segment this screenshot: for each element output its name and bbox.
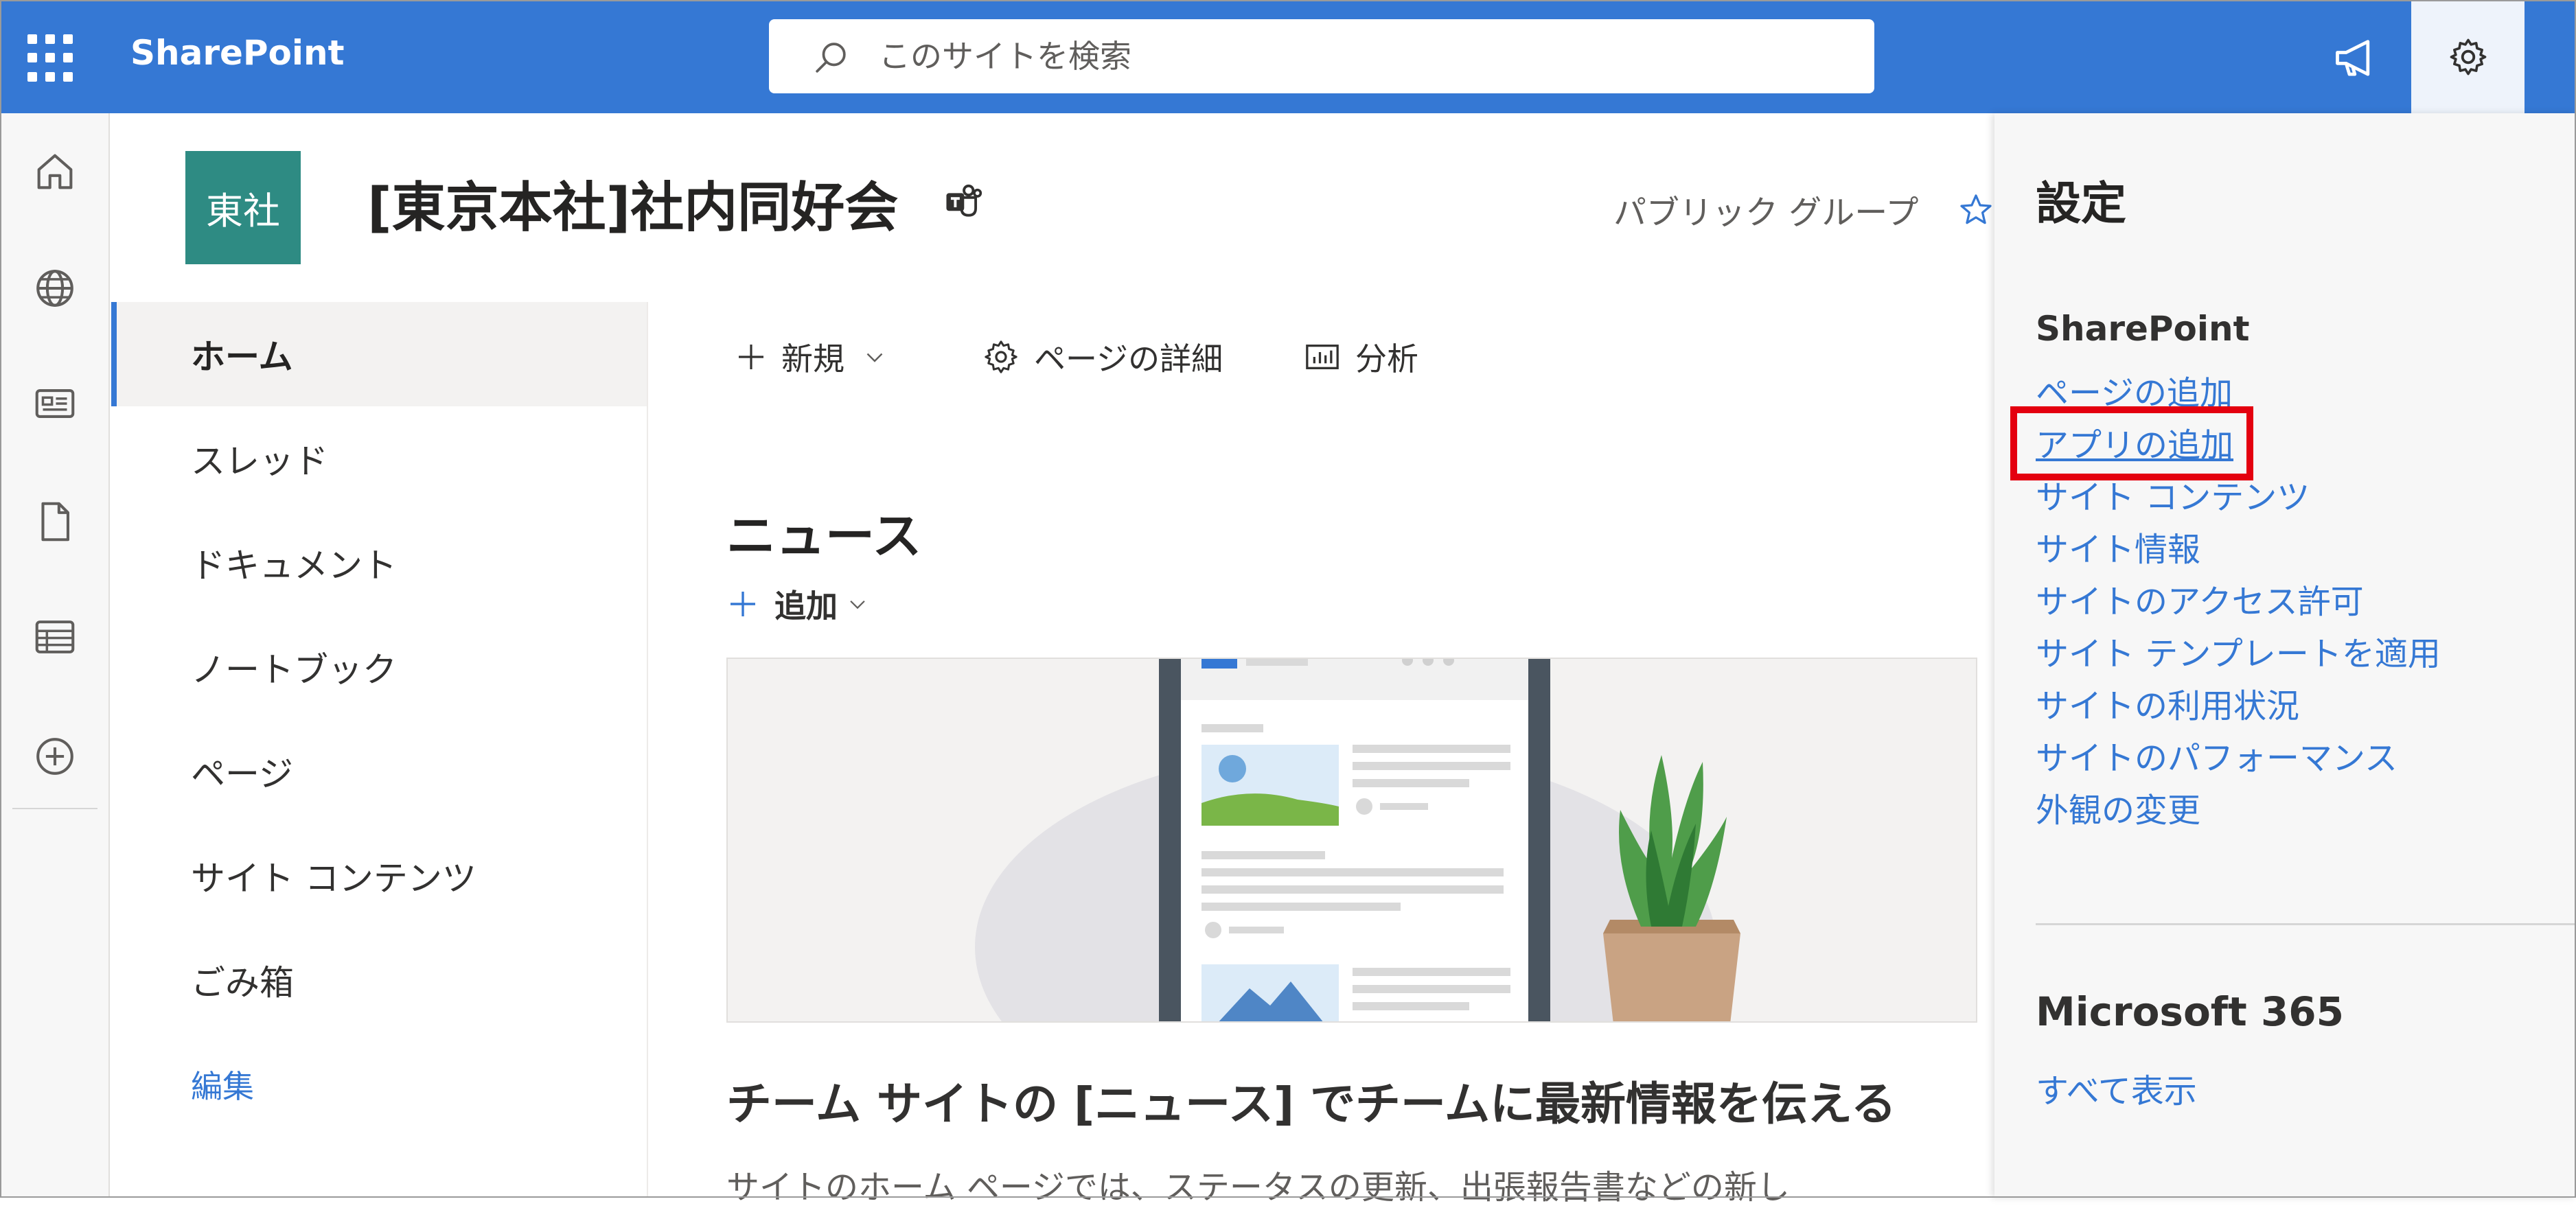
nav-item-site-contents[interactable]: サイト コンテンツ	[111, 824, 647, 928]
nav-item-label: サイト コンテンツ	[191, 859, 476, 898]
page-details-button[interactable]: ページの詳細	[982, 333, 1223, 381]
suite-bar: SharePoint	[0, 0, 2576, 113]
change-look-link[interactable]: 外観の変更	[2036, 783, 2200, 831]
news-placeholder-illustration	[726, 658, 1977, 1023]
site-permissions-link[interactable]: サイトのアクセス許可	[2036, 574, 2364, 623]
news-description: サイトのホーム ページでは、ステータスの更新、出張報告書などの新し	[726, 1168, 1790, 1207]
site-performance-link[interactable]: サイトのパフォーマンス	[2036, 731, 2397, 779]
site-title[interactable]: [東京本社]社内同好会	[367, 165, 898, 242]
site-navigation: ホーム スレッド ドキュメント ノートブック ページ サイト コンテンツ ごみ箱…	[111, 302, 648, 1198]
site-logo[interactable]: 東社	[185, 151, 301, 264]
panel-divider	[2036, 923, 2576, 925]
nav-edit-link[interactable]: 編集	[111, 1032, 647, 1137]
nav-item-documents[interactable]: ドキュメント	[111, 511, 647, 615]
gear-icon	[2450, 38, 2487, 76]
site-usage-link[interactable]: サイトの利用状況	[2036, 679, 2299, 727]
sharepoint-section-heading: SharePoint	[2036, 309, 2250, 349]
star-icon[interactable]	[1957, 191, 1995, 229]
news-headline[interactable]: チーム サイトの [ニュース] でチームに最新情報を伝える	[726, 1067, 1896, 1133]
nav-item-label: ノートブック	[191, 650, 397, 690]
chevron-down-icon	[850, 600, 865, 609]
new-label: 新規	[781, 340, 844, 378]
app-rail	[0, 113, 110, 1198]
nav-item-notebook[interactable]: ノートブック	[111, 615, 647, 719]
nav-item-threads[interactable]: スレッド	[111, 406, 647, 511]
illustration-graphic	[975, 659, 1740, 1021]
analytics-button[interactable]: 分析	[1303, 333, 1418, 381]
globe-icon[interactable]	[31, 264, 79, 312]
search-box[interactable]	[769, 19, 1874, 93]
news-add-label: 追加	[774, 588, 838, 625]
highlight-annotation	[2010, 406, 2253, 480]
app-brand[interactable]: SharePoint	[130, 33, 345, 73]
list-icon[interactable]	[31, 613, 79, 661]
search-input[interactable]	[879, 34, 1840, 78]
page-details-label: ページの詳細	[1034, 340, 1223, 378]
waffle-icon[interactable]	[27, 34, 76, 82]
nav-item-label: ドキュメント	[191, 546, 397, 585]
gear-icon	[985, 340, 1017, 373]
search-icon	[816, 43, 846, 73]
plus-icon	[731, 592, 755, 616]
nav-edit-label: 編集	[191, 1068, 254, 1105]
rail-divider	[12, 808, 97, 809]
nav-item-label: ごみ箱	[191, 963, 294, 1003]
microsoft-365-heading: Microsoft 365	[2036, 988, 2345, 1035]
settings-panel-title: 設定	[2036, 177, 2126, 230]
analytics-label: 分析	[1355, 340, 1418, 378]
add-circle-icon[interactable]	[31, 732, 79, 780]
news-icon[interactable]	[31, 380, 79, 428]
news-add-button[interactable]: 追加	[726, 580, 869, 628]
nav-item-recycle-bin[interactable]: ごみ箱	[111, 928, 647, 1032]
document-icon[interactable]	[31, 498, 79, 546]
settings-panel: 設定 SharePoint ページの追加 アプリの追加 サイト コンテンツ サイ…	[1994, 113, 2576, 1198]
nav-item-label: ホーム	[191, 337, 293, 377]
news-section-title: ニュース	[726, 507, 922, 565]
teams-icon[interactable]	[942, 180, 985, 222]
settings-button[interactable]	[2411, 0, 2525, 113]
nav-item-pages[interactable]: ページ	[111, 719, 647, 824]
suite-bar-edge	[2525, 0, 2576, 113]
analytics-icon	[1306, 345, 1339, 369]
nav-item-label: スレッド	[191, 441, 328, 481]
nav-item-label: ページ	[191, 754, 293, 794]
group-visibility-label: パブリック グループ	[1613, 194, 1919, 232]
show-all-link[interactable]: すべて表示	[2036, 1064, 2197, 1112]
site-information-link[interactable]: サイト情報	[2036, 522, 2200, 570]
megaphone-icon[interactable]	[2331, 33, 2383, 85]
chevron-down-icon	[866, 353, 883, 362]
plus-icon	[739, 345, 763, 369]
apply-site-template-link[interactable]: サイト テンプレートを適用	[2036, 627, 2441, 675]
nav-item-home[interactable]: ホーム	[111, 302, 647, 406]
new-button[interactable]: 新規	[735, 333, 901, 381]
home-icon[interactable]	[31, 148, 79, 196]
